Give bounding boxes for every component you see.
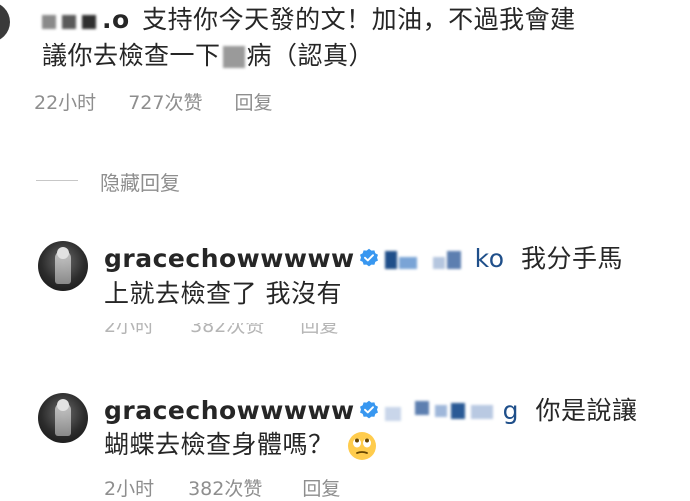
comment-time: 22小时 <box>34 92 97 114</box>
hide-replies-label: 隐藏回复 <box>100 171 180 195</box>
verified-badge-icon <box>359 400 378 419</box>
reply-1-text-line-1: gracechowwwww ko 我分手馬 <box>104 241 623 277</box>
comment-1-body-line-2a: 議你去檢查一下 <box>42 41 221 70</box>
comment-likes[interactable]: 727次赞 <box>128 88 202 115</box>
reply-1-meta-cropped: 2小时 382次赞 回复 <box>104 323 464 335</box>
avatar[interactable] <box>38 241 88 291</box>
blurred-mention[interactable] <box>384 247 475 273</box>
comment-1-text-line-2: 議你去檢查一下 病（認真） <box>42 38 374 74</box>
reply-2-username[interactable]: gracechowwwww <box>104 396 355 425</box>
comment-1-meta: 22小时 727次赞 回复 <box>34 88 272 115</box>
reply-1-likes[interactable]: 382次赞 <box>190 323 264 335</box>
blurred-word <box>222 46 245 68</box>
reply-2-body-line-2: 蝴蝶去檢查身體嗎？ <box>104 430 334 459</box>
username-suffix[interactable]: .o <box>102 5 130 34</box>
comment-1: .o 支持你今天發的文！加油，不過我會建 議你去檢查一下 病（認真） 22小时 7… <box>0 0 690 120</box>
reply-1-body-line-1: 我分手馬 <box>520 244 623 273</box>
reply-2-meta: 2小时 382次赞 回复 <box>104 474 340 501</box>
reply-2-likes[interactable]: 382次赞 <box>188 474 262 501</box>
mention-suffix[interactable]: ko <box>475 244 505 273</box>
reply-2-time: 2小时 <box>104 478 155 500</box>
comment-1-body-line-2b: 病（認真） <box>246 41 375 70</box>
reply-button[interactable]: 回复 <box>234 88 272 115</box>
reply-1-body-line-2: 上就去檢查了 我沒有 <box>104 279 342 308</box>
reply-1-username[interactable]: gracechowwwww <box>104 244 355 273</box>
hidden-replies-divider <box>36 180 78 181</box>
comment-1-body-line-1: 支持你今天發的文！加油，不過我會建 <box>142 5 576 34</box>
mention-suffix[interactable]: g <box>503 396 519 425</box>
avatar[interactable] <box>38 393 88 443</box>
blurred-username[interactable] <box>42 3 102 39</box>
avatar-partial[interactable] <box>0 2 10 42</box>
reply-1-time: 2小时 <box>104 323 155 335</box>
reply-2-text-line-1: gracechowwwww g 你是說讓 <box>104 393 637 429</box>
reply-2-text-line-2: 蝴蝶去檢查身體嗎？ <box>104 427 378 463</box>
blurred-mention[interactable] <box>384 399 503 425</box>
reply-1-text-line-2: 上就去檢查了 我沒有 <box>104 276 342 312</box>
reply-2-reply-button[interactable]: 回复 <box>302 474 340 501</box>
hide-replies-button[interactable]: 隐藏回复 <box>100 167 180 196</box>
eye-roll-emoji-icon <box>346 430 378 462</box>
reply-1-reply-button[interactable]: 回复 <box>300 323 338 335</box>
reply-2-body-line-1: 你是說讓 <box>535 396 638 425</box>
comment-1-text-line-1: .o 支持你今天發的文！加油，不過我會建 <box>42 2 576 39</box>
verified-badge-icon <box>359 248 378 267</box>
